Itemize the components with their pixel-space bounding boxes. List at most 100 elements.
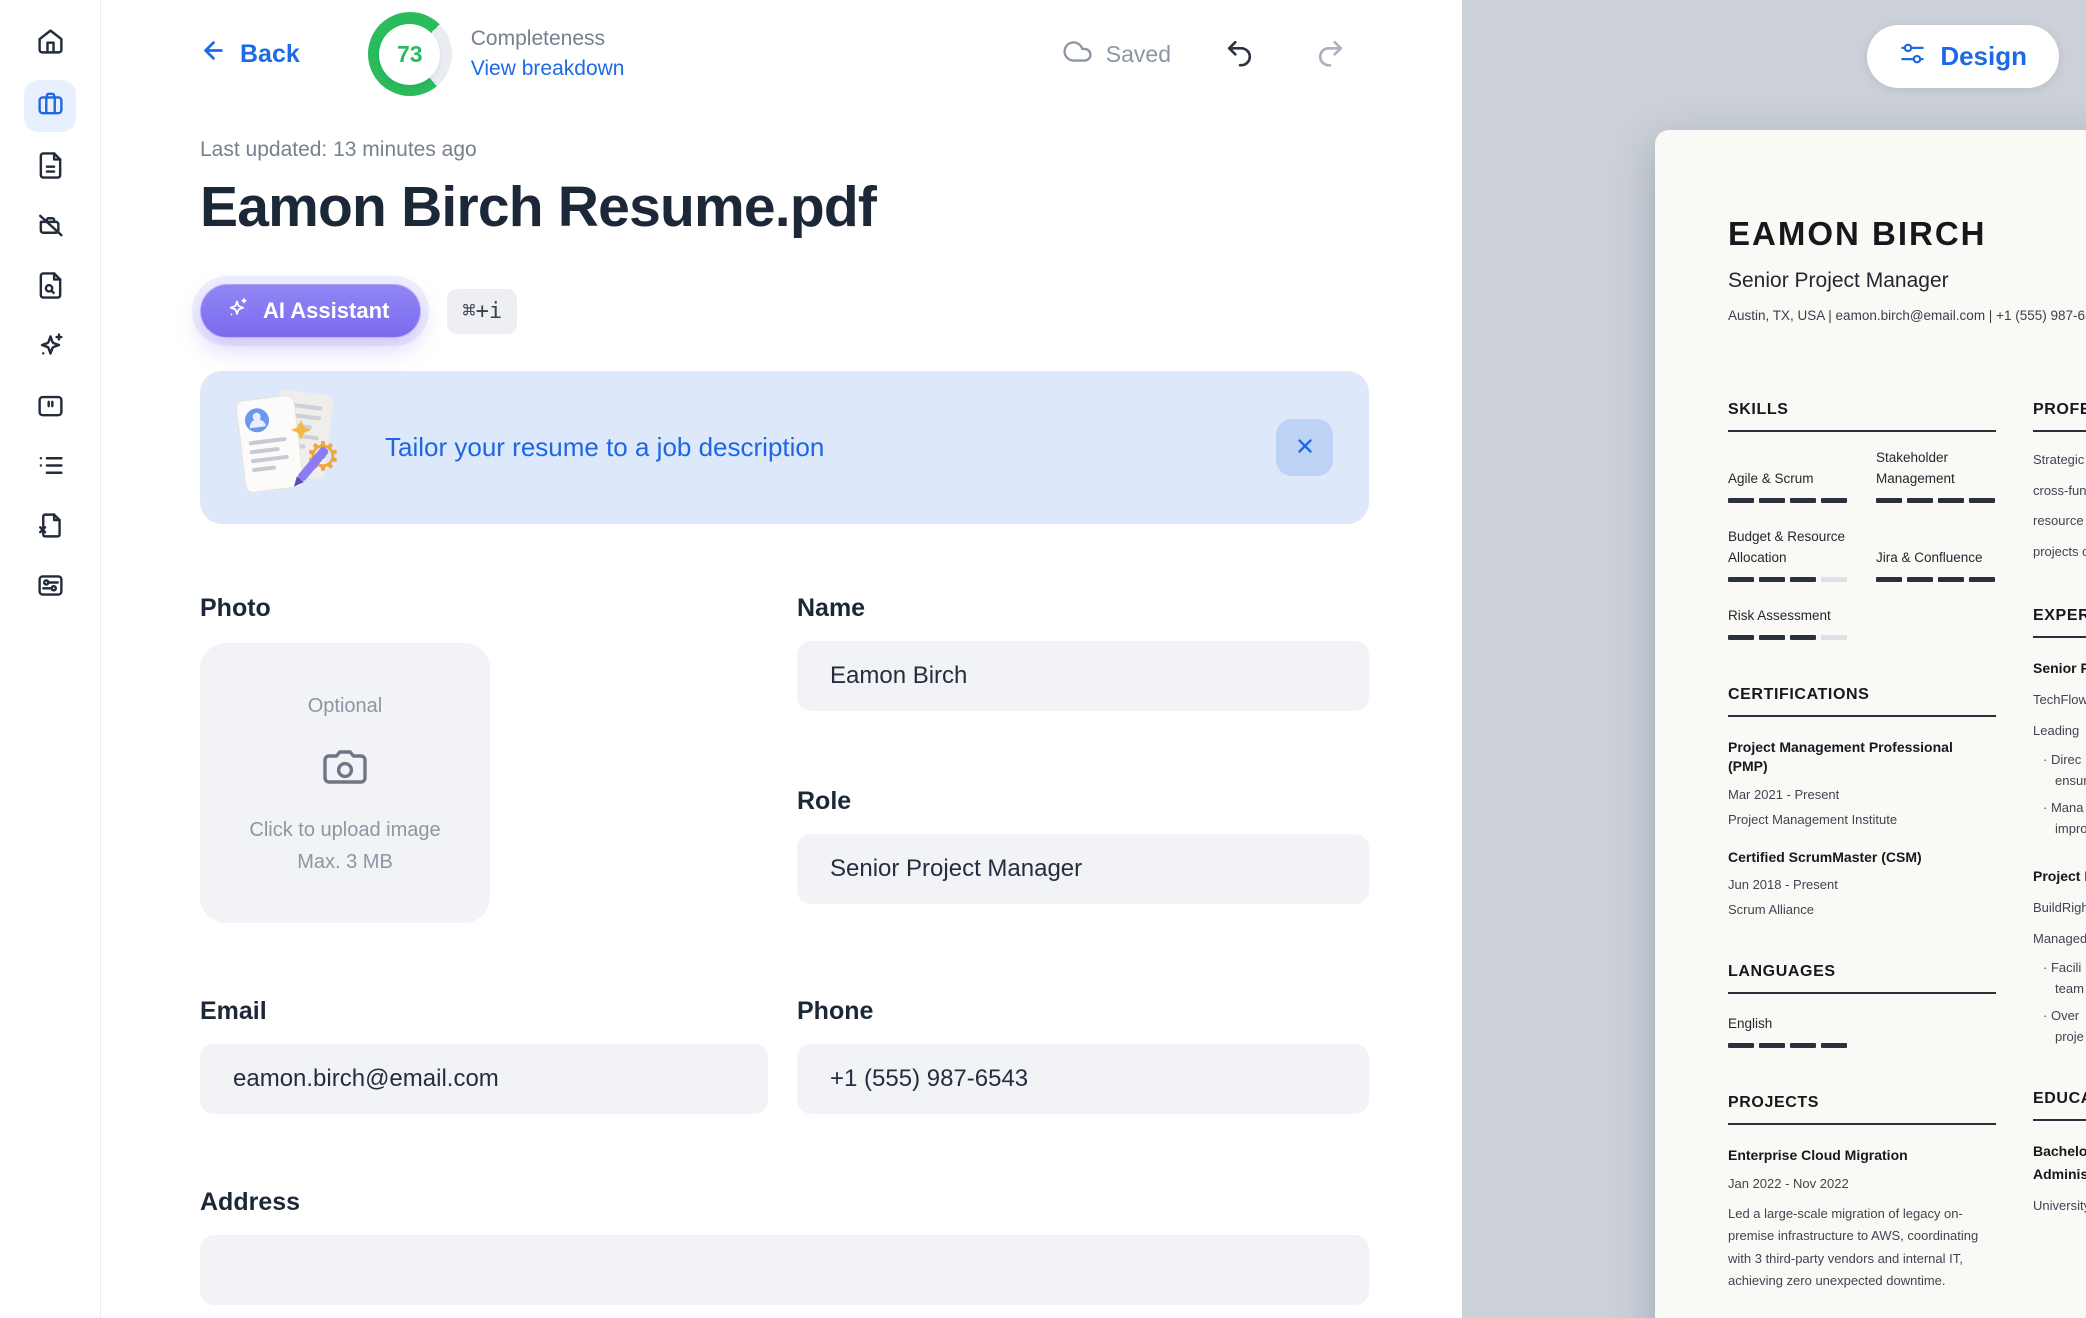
design-button[interactable]: Design [1867, 25, 2059, 88]
back-button[interactable]: Back [200, 37, 300, 71]
ai-assistant-label: AI Assistant [263, 298, 389, 324]
home-icon [36, 27, 65, 61]
phone-label: Phone [797, 997, 1369, 1026]
email-field[interactable] [200, 1044, 768, 1114]
sidebar-item-file-search[interactable] [26, 264, 74, 312]
file-search-icon [36, 271, 65, 305]
photo-optional-label: Optional [308, 695, 383, 718]
languages-heading: LANGUAGES [1728, 963, 1996, 994]
certification-item: Project Management Professional (PMP) Ma… [1728, 738, 1996, 827]
sidebar-item-file-x[interactable] [26, 504, 74, 552]
tailor-banner-text: Tailor your resume to a job description [385, 432, 824, 463]
app-root: Back 73 Completeness View breakdown Save… [0, 0, 2086, 1318]
phone-field[interactable] [797, 1044, 1369, 1114]
save-status: Saved [1062, 36, 1171, 73]
file-text-icon [36, 151, 65, 185]
redo-icon [1316, 38, 1345, 70]
board-icon [36, 391, 65, 425]
ai-assistant-row: AI Assistant ⌘+i [200, 284, 1369, 338]
redo-button[interactable] [1316, 38, 1345, 70]
label-off-icon [36, 211, 65, 245]
editor-main: Back 73 Completeness View breakdown Save… [101, 0, 1462, 1318]
resume-preview: EAMON BIRCH Senior Project Manager Austi… [1655, 130, 2086, 1318]
skills-grid: Agile & Scrum Stakeholder Management Bud… [1728, 448, 1996, 640]
resume-contact: Austin, TX, USA | eamon.birch@email.com … [1728, 308, 2086, 323]
topbar: Back 73 Completeness View breakdown Save… [200, 0, 1369, 96]
undo-button[interactable] [1225, 38, 1254, 70]
undo-icon [1225, 38, 1254, 70]
sidebar-item-documents[interactable] [26, 144, 74, 192]
name-input[interactable] [797, 641, 1369, 711]
sidebar-item-ai[interactable] [26, 324, 74, 372]
skill-item: Agile & Scrum [1728, 448, 1848, 503]
save-history-group: Saved [1062, 36, 1345, 73]
banner-close-button[interactable] [1276, 419, 1333, 476]
sidebar-item-workflow[interactable] [26, 564, 74, 612]
photo-upload-text: Click to upload image [249, 819, 440, 842]
sparkle-icon [226, 296, 250, 326]
workflow-icon [36, 571, 65, 605]
experience-heading: EXPER [2033, 607, 2086, 638]
skill-item: Budget & Resource Allocation [1728, 527, 1848, 582]
page-title: Eamon Birch Resume.pdf [200, 174, 1369, 240]
back-label: Back [240, 40, 300, 69]
name-role-group: Name Role [797, 594, 1369, 923]
completeness-widget: 73 Completeness View breakdown [368, 12, 625, 96]
ai-assistant-button[interactable]: AI Assistant [200, 284, 421, 338]
resume-role: Senior Project Manager [1728, 269, 2086, 293]
saved-label: Saved [1106, 41, 1171, 68]
camera-icon [321, 718, 369, 797]
skills-heading: SKILLS [1728, 401, 1996, 432]
address-field[interactable] [200, 1235, 1369, 1305]
photo-max-size: Max. 3 MB [297, 851, 393, 874]
role-input[interactable] [797, 834, 1369, 904]
sidebar-item-home[interactable] [26, 20, 74, 68]
resume-left-column: SKILLS Agile & Scrum Stakeholder Managem… [1728, 401, 1996, 1292]
sidebar-item-disabled-feature[interactable] [26, 204, 74, 252]
sparkles-icon [36, 331, 65, 365]
briefcase-icon [36, 89, 65, 123]
address-label: Address [200, 1188, 1369, 1217]
contact-form: Photo Optional Click to upload image Max… [200, 594, 1369, 1305]
file-x-icon [36, 511, 65, 545]
resume-name: EAMON BIRCH [1728, 215, 2086, 253]
photo-label: Photo [200, 594, 768, 623]
tailor-illustration: ⚙ [233, 384, 345, 511]
certifications-heading: CERTIFICATIONS [1728, 686, 1996, 717]
sliders-icon [1899, 40, 1926, 74]
email-group: Email [200, 997, 768, 1114]
skill-item: Jira & Confluence [1876, 527, 1996, 582]
summary-heading: PROFE [2033, 401, 2086, 432]
sidebar-item-list[interactable] [26, 444, 74, 492]
project-item: Enterprise Cloud Migration Jan 2022 - No… [1728, 1146, 1996, 1292]
sidebar [0, 0, 101, 1318]
completeness-value: 73 [379, 24, 440, 85]
design-label: Design [1940, 41, 2027, 72]
name-label: Name [797, 594, 1369, 623]
arrow-left-icon [200, 37, 227, 71]
skill-item: Stakeholder Management [1876, 448, 1996, 503]
view-breakdown-link[interactable]: View breakdown [471, 57, 625, 81]
address-group: Address [200, 1188, 1369, 1305]
sidebar-item-resumes[interactable] [24, 80, 76, 132]
sidebar-item-board[interactable] [26, 384, 74, 432]
certification-item: Certified ScrumMaster (CSM) Jun 2018 - P… [1728, 848, 1996, 918]
preview-panel: Design EAMON BIRCH Senior Project Manage… [1462, 0, 2086, 1318]
cloud-icon [1062, 36, 1093, 73]
close-icon [1294, 435, 1316, 460]
language-item: English [1728, 1014, 1996, 1048]
completeness-label: Completeness [471, 27, 625, 51]
photo-upload[interactable]: Optional Click to upload image Max. 3 MB [200, 643, 490, 923]
photo-group: Photo Optional Click to upload image Max… [200, 594, 768, 923]
resume-right-column: PROFE Strategic cross-func resource proj… [2033, 401, 2086, 1292]
skill-item: Risk Assessment [1728, 606, 1848, 640]
role-label: Role [797, 787, 1369, 816]
projects-heading: PROJECTS [1728, 1094, 1996, 1125]
completeness-ring: 73 [368, 12, 452, 96]
list-icon [36, 451, 65, 485]
phone-group: Phone [797, 997, 1369, 1114]
keyboard-shortcut-badge: ⌘+i [447, 289, 517, 334]
education-heading: EDUCA [2033, 1090, 2086, 1121]
tailor-banner: ⚙ Tailor your resume to a job descriptio… [200, 371, 1369, 524]
last-updated: Last updated: 13 minutes ago [200, 138, 1369, 162]
